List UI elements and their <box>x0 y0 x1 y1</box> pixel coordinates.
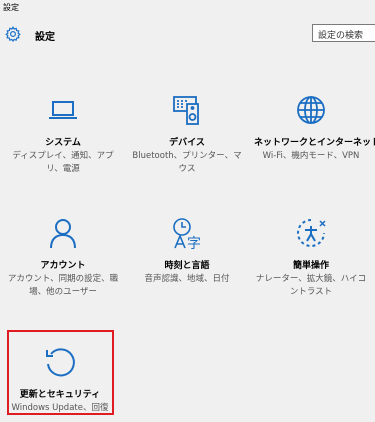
svg-text:字: 字 <box>187 236 201 250</box>
tile-network[interactable]: ネットワークとインターネット Wi-Fi、機内モード、VPN <box>254 93 375 163</box>
header-bar: 設定 設定の検索 <box>0 24 375 44</box>
devices-icon <box>173 96 199 125</box>
ease-of-access-icon <box>297 219 326 247</box>
tile-name: 簡単操作 <box>292 261 329 271</box>
person-icon <box>50 219 76 249</box>
tile-name: システム <box>45 138 81 148</box>
tile-desc: ディスプレイ、通知、アプリ、電源 <box>12 151 114 174</box>
tile-desc: Bluetooth、プリンター、マウス <box>132 151 242 174</box>
highlight-box <box>7 330 114 415</box>
tile-desc: ナレーター、拡大鏡、ハイコントラスト <box>255 274 367 297</box>
gear-icon <box>5 26 21 42</box>
settings-window: 設定 設定 設定の検索 システム ディスプレイ、通知、アプリ、電源 デバイス B… <box>0 0 375 422</box>
page-title: 設定 <box>35 32 55 43</box>
tile-system[interactable]: システム ディスプレイ、通知、アプリ、電源 <box>6 93 120 176</box>
globe-icon <box>297 96 325 124</box>
tile-desc: Wi-Fi、機内モード、VPN <box>262 151 360 161</box>
tile-devices[interactable]: デバイス Bluetooth、プリンター、マウス <box>130 93 244 176</box>
tile-name: アカウント <box>40 261 86 271</box>
tile-name: ネットワークとインターネット <box>254 138 375 148</box>
tile-desc: 音声認識、地域、日付 <box>144 274 230 284</box>
tile-name: デバイス <box>169 138 205 148</box>
tile-accounts[interactable]: アカウント アカウント、同期の設定、職場、他のユーザー <box>6 216 120 299</box>
tile-name: 時刻と言語 <box>164 261 210 271</box>
tile-time-language[interactable]: 字 時刻と言語 音声認識、地域、日付 <box>130 216 244 286</box>
laptop-icon <box>49 101 77 119</box>
tile-ease-of-access[interactable]: 簡単操作 ナレーター、拡大鏡、ハイコントラスト <box>254 216 368 299</box>
window-title: 設定 <box>3 3 19 12</box>
time-language-icon: 字 <box>173 218 201 250</box>
tile-desc: アカウント、同期の設定、職場、他のユーザー <box>7 274 119 297</box>
search-input[interactable]: 設定の検索 <box>312 24 375 42</box>
